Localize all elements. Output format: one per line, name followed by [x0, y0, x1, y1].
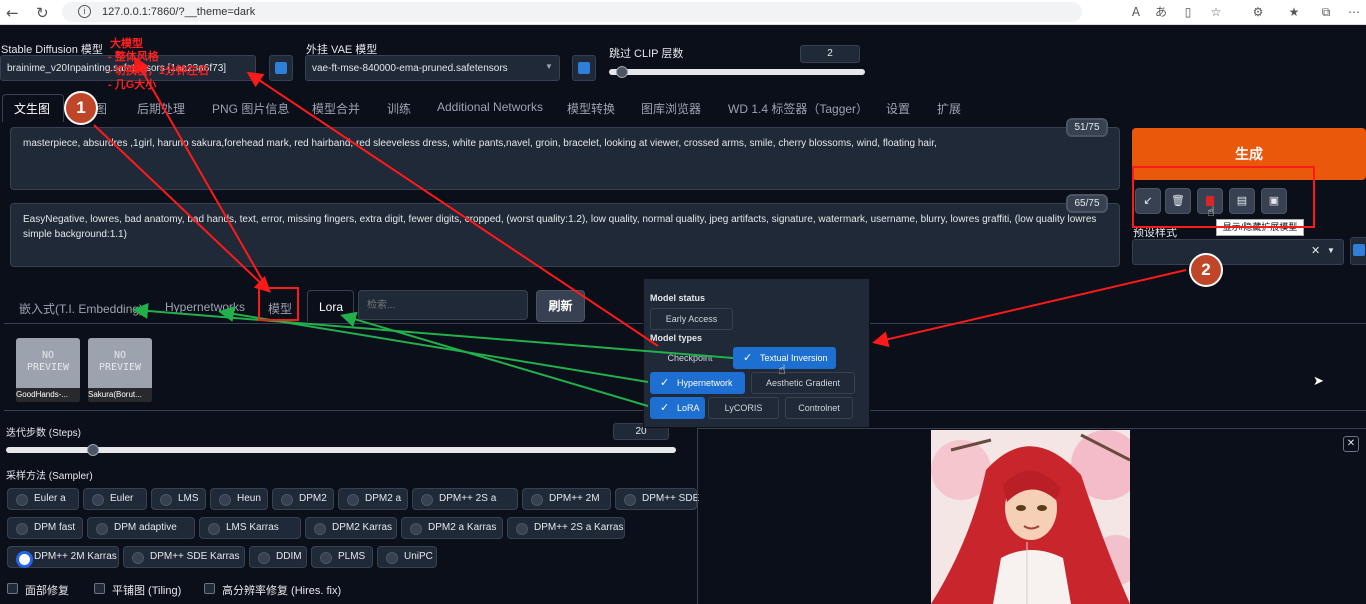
- annotation-arrow: [246, 71, 659, 347]
- annotation-box: [1132, 166, 1315, 228]
- annotation-arrow: [134, 56, 269, 291]
- step-2-marker: 2: [1189, 253, 1223, 287]
- annotation-text: 大模型: [110, 38, 143, 50]
- annotation-box: [258, 287, 299, 321]
- step-1-marker: 1: [64, 91, 98, 125]
- annotation-arrows: [93, 56, 1187, 407]
- annotation-text: - 几G大小: [108, 79, 157, 91]
- annotation-arrow: [340, 311, 649, 407]
- annotation-text: - 切换慢，1分钟左右: [108, 65, 209, 77]
- annotation-arrow: [93, 124, 271, 293]
- annotation-arrow: [132, 302, 734, 359]
- annotation-text: - 整体风格: [108, 51, 159, 63]
- webui-screen: ← ↻ i 127.0.0.1:7860/?__theme=dark A あ ▯…: [0, 0, 1366, 604]
- annotation-arrow: [872, 269, 1187, 348]
